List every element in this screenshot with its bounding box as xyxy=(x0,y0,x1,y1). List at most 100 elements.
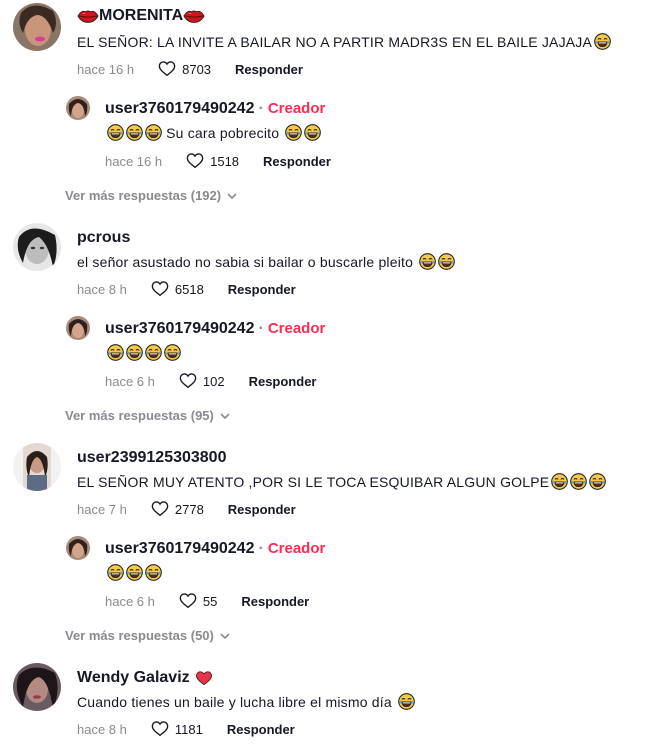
avatar[interactable] xyxy=(66,316,90,340)
like-count: 55 xyxy=(202,593,218,609)
comment-text: Cuando tienes un baile y lucha libre el … xyxy=(77,693,415,710)
avatar[interactable] xyxy=(13,663,61,711)
laughing-emoji-icon xyxy=(126,124,143,141)
laughing-emoji-icon xyxy=(164,344,181,361)
reply-text: Su cara pobrecito xyxy=(105,124,321,141)
laughing-emoji-icon xyxy=(107,564,124,581)
reply-username[interactable]: user3760179490242 · Creador xyxy=(105,540,325,558)
user-photo-icon xyxy=(13,3,61,51)
reply-time: hace 16 h xyxy=(105,153,163,169)
comment-text: el señor asustado no sabia si bailar o b… xyxy=(77,253,455,270)
view-more-replies[interactable]: Ver más respuestas (50) xyxy=(65,628,231,643)
comment-meta: hace 16 h 8703 Responder xyxy=(77,60,303,78)
reply-username[interactable]: user3760179490242 · Creador xyxy=(105,100,325,118)
like-button[interactable]: 55 xyxy=(179,592,217,610)
laughing-emoji-icon xyxy=(589,473,606,490)
reply-meta: hace 6 h 55 Responder xyxy=(105,592,309,610)
laughing-emoji-icon xyxy=(285,124,302,141)
avatar[interactable] xyxy=(13,223,61,271)
creator-badge: Creador xyxy=(267,100,326,117)
comment-time: hace 7 h xyxy=(77,501,127,517)
chevron-down-icon xyxy=(226,190,238,202)
lips-icon xyxy=(183,8,205,24)
comment-meta: hace 8 h 6518 Responder xyxy=(77,280,296,298)
laughing-emoji-icon xyxy=(594,33,611,50)
laughing-emoji-icon xyxy=(107,344,124,361)
heart-outline-icon xyxy=(151,500,169,518)
reply-meta: hace 16 h 1518 Responder xyxy=(105,152,331,170)
heart-outline-icon xyxy=(179,592,197,610)
reply-meta: hace 6 h 102 Responder xyxy=(105,372,316,390)
reply-username[interactable]: user3760179490242 · Creador xyxy=(105,320,325,338)
user-photo-icon xyxy=(13,223,61,271)
reply-time: hace 6 h xyxy=(105,373,155,389)
heart-outline-icon xyxy=(186,152,204,170)
laughing-emoji-icon xyxy=(107,124,124,141)
like-button[interactable]: 2778 xyxy=(151,500,204,518)
like-count: 6518 xyxy=(174,281,204,297)
comment-username[interactable]: MORENITA xyxy=(77,7,205,25)
avatar[interactable] xyxy=(66,536,90,560)
creator-badge: Creador xyxy=(267,540,326,557)
laughing-emoji-icon xyxy=(304,124,321,141)
like-count: 1181 xyxy=(174,721,203,737)
reply-button[interactable]: Responder xyxy=(235,62,303,77)
view-more-replies[interactable]: Ver más respuestas (192) xyxy=(65,188,238,203)
user-photo-icon xyxy=(66,536,90,560)
comment-meta: hace 7 h 2778 Responder xyxy=(77,500,296,518)
reply-button[interactable]: Responder xyxy=(241,594,309,609)
like-count: 1518 xyxy=(210,153,240,169)
chevron-down-icon xyxy=(219,410,231,422)
comment-username[interactable]: pcrous xyxy=(77,229,130,247)
laughing-emoji-icon xyxy=(398,693,415,710)
laughing-emoji-icon xyxy=(570,473,587,490)
reply-time: hace 6 h xyxy=(105,593,155,609)
view-more-replies[interactable]: Ver más respuestas (95) xyxy=(65,408,231,423)
heart-outline-icon xyxy=(158,60,176,78)
user-photo-icon xyxy=(66,316,90,340)
avatar[interactable] xyxy=(13,3,61,51)
comment-text: EL SEÑOR: LA INVITE A BAILAR NO A PARTIR… xyxy=(77,33,611,50)
user-photo-icon xyxy=(66,96,90,120)
creator-badge: Creador xyxy=(267,320,326,337)
comment-username[interactable]: Wendy Galaviz xyxy=(77,669,214,687)
like-count: 8703 xyxy=(182,61,212,77)
avatar[interactable] xyxy=(66,96,90,120)
laughing-emoji-icon xyxy=(145,344,162,361)
heart-outline-icon xyxy=(179,372,197,390)
comment-username[interactable]: user2399125303800 xyxy=(77,449,226,467)
like-button[interactable]: 102 xyxy=(179,372,225,390)
comment-time: hace 8 h xyxy=(77,281,127,297)
laughing-emoji-icon xyxy=(126,564,143,581)
like-button[interactable]: 8703 xyxy=(158,60,211,78)
chevron-down-icon xyxy=(219,630,231,642)
like-button[interactable]: 6518 xyxy=(151,280,204,298)
like-count: 2778 xyxy=(174,501,204,517)
sparkling-heart-icon xyxy=(194,670,214,686)
laughing-emoji-icon xyxy=(126,344,143,361)
like-count: 102 xyxy=(202,373,225,389)
reply-button[interactable]: Responder xyxy=(227,722,295,737)
reply-text xyxy=(105,564,162,581)
laughing-emoji-icon xyxy=(551,473,568,490)
user-photo-icon xyxy=(13,663,61,711)
lips-icon xyxy=(77,8,99,24)
user-photo-icon xyxy=(13,443,61,491)
like-button[interactable]: 1518 xyxy=(186,152,239,170)
reply-button[interactable]: Responder xyxy=(228,502,296,517)
like-button[interactable]: 1181 xyxy=(151,720,203,738)
reply-button[interactable]: Responder xyxy=(249,374,317,389)
comment-text: EL SEÑOR MUY ATENTO ,POR SI LE TOCA ESQU… xyxy=(77,473,606,490)
laughing-emoji-icon xyxy=(145,124,162,141)
reply-button[interactable]: Responder xyxy=(228,282,296,297)
comment-time: hace 8 h xyxy=(77,721,127,737)
laughing-emoji-icon xyxy=(145,564,162,581)
reply-text xyxy=(105,344,181,361)
comment-time: hace 16 h xyxy=(77,61,135,77)
heart-outline-icon xyxy=(151,720,169,738)
laughing-emoji-icon xyxy=(438,253,455,270)
avatar[interactable] xyxy=(13,443,61,491)
reply-button[interactable]: Responder xyxy=(263,154,331,169)
heart-outline-icon xyxy=(151,280,169,298)
comment-meta: hace 8 h 1181 Responder xyxy=(77,720,295,738)
